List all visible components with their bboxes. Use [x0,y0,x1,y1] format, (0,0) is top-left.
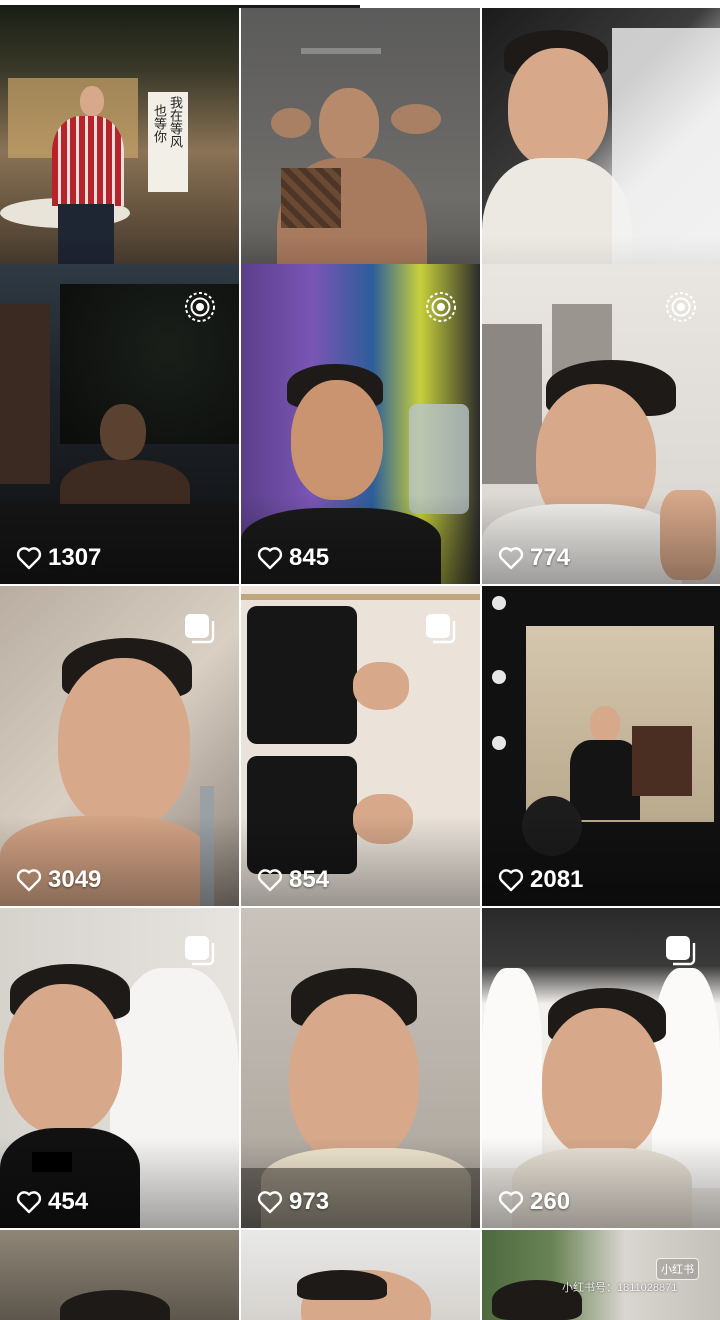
photo-thumbnail [241,1230,480,1320]
feed-card[interactable] [0,1230,239,1320]
like-count[interactable]: 260 [498,1188,570,1216]
heart-icon [257,547,283,570]
live-icon [666,292,696,322]
feed-card[interactable]: 260 [482,908,720,1228]
feed-card[interactable]: 1307 [0,264,239,584]
like-count[interactable]: 973 [257,1188,329,1216]
feed-card[interactable]: 3049 [0,586,239,906]
app-logo: 小红书 [656,1258,699,1280]
heart-icon [498,547,524,570]
multi-image-icon [185,614,215,644]
like-count[interactable]: 774 [498,544,570,572]
like-number: 454 [48,1188,89,1215]
like-count[interactable]: 854 [257,866,329,894]
live-icon [426,292,456,322]
feed-card[interactable]: 2081 [482,586,720,906]
like-count[interactable]: 454 [16,1188,88,1216]
photo-thumbnail [0,1230,239,1320]
feed-card[interactable]: 973 [241,908,480,1228]
feed-card[interactable] [241,1230,480,1320]
like-count[interactable]: 1307 [16,544,101,572]
multi-image-icon [185,936,215,966]
multi-image-icon [666,936,696,966]
progress-bar [0,0,720,8]
like-number: 774 [530,544,571,571]
heart-icon [498,869,524,892]
calligraphy-scroll: 我在等风 也等你 [148,92,188,192]
feed-card[interactable]: 845 [241,264,480,584]
like-number: 1307 [48,544,102,571]
heart-icon [16,547,42,570]
like-count[interactable]: 3049 [16,866,101,894]
heart-icon [16,869,42,892]
heart-icon [498,1191,524,1214]
like-number: 973 [289,1188,330,1215]
live-icon [185,292,215,322]
heart-icon [16,1191,42,1214]
multi-image-icon [426,614,456,644]
feed-card[interactable]: 774 [482,264,720,584]
like-number: 854 [289,866,330,893]
like-number: 2081 [530,866,584,893]
like-number: 260 [530,1188,571,1215]
scroll-text: 也等你 [151,104,166,143]
like-count[interactable]: 845 [257,544,329,572]
like-number: 3049 [48,866,102,893]
watermark-text: 小红书号：1811028871 [562,1282,678,1294]
heart-icon [257,1191,283,1214]
feed-card[interactable]: 854 [241,586,480,906]
heart-icon [257,869,283,892]
feed-card[interactable]: 454 [0,908,239,1228]
like-count[interactable]: 2081 [498,866,583,894]
like-number: 845 [289,544,330,571]
